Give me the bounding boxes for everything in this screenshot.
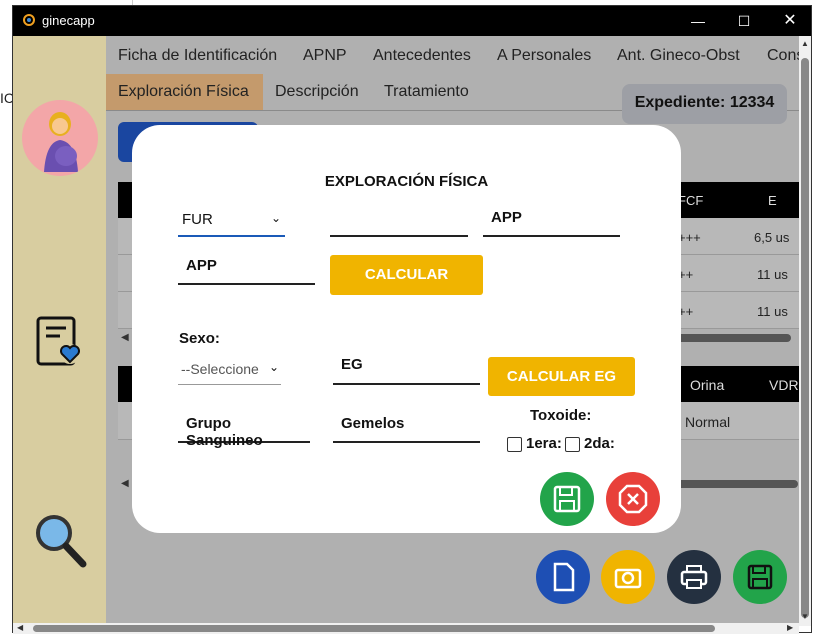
title-bar: ginecapp — ☐ ✕ [13, 6, 811, 36]
save-main-button[interactable] [733, 550, 787, 604]
floppy-save-icon [747, 564, 773, 590]
sexo-select[interactable]: --Seleccione ⌄ [178, 357, 281, 385]
scroll-up-icon[interactable]: ▲ [801, 39, 809, 48]
table2-header-vdr: VDR [769, 377, 799, 393]
toxoide-1era-label: 1era: [526, 435, 562, 452]
maximize-button[interactable]: ☐ [721, 6, 767, 36]
tab-a-personales[interactable]: A Personales [497, 47, 591, 65]
toxoide-1era-checkbox[interactable] [507, 437, 522, 452]
horizontal-scroll-thumb[interactable] [33, 625, 715, 632]
sexo-label: Sexo: [179, 330, 220, 347]
calcular-button[interactable]: CALCULAR [330, 255, 483, 295]
scroll-right-icon[interactable]: ▶ [787, 623, 793, 632]
camera-button[interactable] [601, 550, 655, 604]
app-logo-icon [23, 14, 35, 26]
toxoide-label: Toxoide: [530, 407, 592, 424]
modal-save-button[interactable] [540, 472, 594, 526]
tab-antecedentes[interactable]: Antecedentes [373, 47, 471, 65]
fur-select-value: FUR [182, 211, 213, 228]
tab-exploracion-fisica[interactable]: Exploración Física [118, 83, 249, 101]
expediente-badge: Expediente: 12334 [622, 84, 787, 124]
table1-header-e: E [768, 193, 777, 208]
table1-row1-fcf: +++ [678, 230, 701, 245]
table2-hscrollbar[interactable] [666, 480, 798, 488]
app-field-2[interactable]: APP [178, 255, 315, 285]
grupo-sanguineo-field[interactable]: Grupo Sanguineo [178, 413, 310, 449]
gemelos-field[interactable]: Gemelos [333, 413, 480, 443]
toxoide-2da-label: 2da: [584, 435, 615, 452]
calcular-eg-button[interactable]: CALCULAR EG [488, 357, 635, 396]
tab-ficha-identificacion[interactable]: Ficha de Identificación [118, 47, 277, 65]
scroll-left-icon[interactable]: ◀ [17, 623, 23, 632]
print-button[interactable] [667, 550, 721, 604]
camera-icon [614, 568, 642, 589]
pregnant-woman-icon [44, 112, 78, 172]
tab-apnp[interactable]: APNP [303, 47, 347, 65]
chevron-down-icon: ⌄ [268, 360, 279, 374]
vertical-scrollbar[interactable]: ▲ ▼ [799, 36, 811, 626]
minimize-button[interactable]: — [675, 6, 721, 36]
horizontal-scrollbar[interactable]: ◀ ▶ [13, 623, 799, 634]
eg-field[interactable]: EG [333, 355, 480, 385]
close-window-button[interactable]: ✕ [767, 6, 813, 36]
cancel-x-icon [618, 484, 648, 514]
document-icon [553, 562, 575, 592]
table2-scroll-left-icon[interactable]: ◀ [121, 478, 129, 489]
table1-row1-e: 6,5 us [754, 230, 790, 245]
app-window: ginecapp — ☐ ✕ Ficha de Identificación A… [12, 5, 812, 634]
table2-header-orina: Orina [690, 377, 725, 393]
tab-tratamiento[interactable]: Tratamiento [384, 83, 469, 101]
table1-row2-e: 11 us [757, 267, 788, 282]
modal-title: EXPLORACIÓN FÍSICA [324, 173, 489, 190]
search-magnifier-icon[interactable] [33, 512, 87, 568]
tab-descripcion[interactable]: Descripción [275, 83, 359, 101]
printer-icon [680, 565, 708, 589]
sexo-select-value: --Seleccione [181, 361, 259, 377]
table1-row3-e: 11 us [757, 304, 788, 319]
pregnant-woman-avatar[interactable] [22, 100, 98, 176]
app-field-1[interactable]: APP [483, 209, 620, 237]
vertical-scroll-thumb[interactable] [801, 58, 809, 618]
clipboard-heart-icon[interactable] [35, 312, 83, 368]
toxoide-2da-checkbox[interactable] [565, 437, 580, 452]
fur-select[interactable]: FUR ⌄ [178, 209, 285, 237]
fur-date-input[interactable] [330, 209, 468, 237]
chevron-down-icon: ⌄ [270, 211, 281, 225]
table1-hscrollbar[interactable] [666, 334, 791, 342]
window-title: ginecapp [42, 13, 95, 28]
floppy-save-icon [553, 485, 581, 513]
table1-scroll-left-icon[interactable]: ◀ [121, 332, 129, 343]
tab-ant-gineco-obst[interactable]: Ant. Gineco-Obst [617, 47, 740, 65]
table2-row1-orina: Normal [685, 414, 731, 430]
modal-cancel-button[interactable] [606, 472, 660, 526]
scroll-down-icon[interactable]: ▼ [801, 612, 809, 621]
table1-header-fcf: FCF [678, 193, 704, 208]
exploracion-fisica-modal: EXPLORACIÓN FÍSICA FUR ⌄ APP APP CALCULA… [132, 125, 681, 533]
document-button[interactable] [536, 550, 590, 604]
sidebar [13, 36, 106, 626]
